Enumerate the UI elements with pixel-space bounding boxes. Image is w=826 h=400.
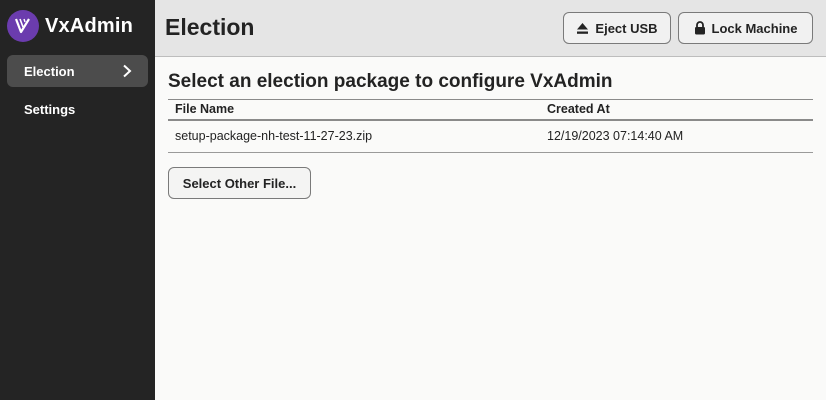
sidebar-item-label: Settings	[24, 101, 76, 117]
chevron-right-icon	[123, 64, 132, 78]
lock-machine-label: Lock Machine	[711, 20, 798, 36]
election-package-table: File Name Created At setup-package-nh-te…	[168, 99, 813, 153]
section-heading: Select an election package to configure …	[168, 71, 613, 92]
table-header-row: File Name Created At	[168, 99, 813, 120]
header: Election Eject USB Lock Machine	[155, 0, 826, 57]
page-title: Election	[165, 14, 255, 40]
eject-usb-label: Eject USB	[595, 20, 658, 36]
table-row[interactable]: setup-package-nh-test-11-27-23.zip 12/19…	[168, 120, 813, 153]
sidebar-item-label: Election	[24, 63, 75, 79]
column-header-file-name: File Name	[175, 102, 235, 117]
sidebar-item-election[interactable]: Election	[7, 55, 148, 87]
select-other-file-button[interactable]: Select Other File...	[168, 167, 311, 199]
eject-icon	[577, 22, 589, 34]
app-name: VxAdmin	[45, 14, 134, 37]
lock-icon	[694, 21, 705, 35]
vx-logo-icon	[7, 10, 39, 42]
brand: VxAdmin	[7, 10, 133, 42]
file-name-cell: setup-package-nh-test-11-27-23.zip	[175, 129, 373, 144]
eject-usb-button[interactable]: Eject USB	[563, 12, 671, 44]
sidebar: VxAdmin Election Settings	[0, 0, 155, 400]
sidebar-item-settings[interactable]: Settings	[7, 93, 148, 125]
column-header-created-at: Created At	[547, 102, 610, 117]
created-at-cell: 12/19/2023 07:14:40 AM	[547, 129, 684, 144]
lock-machine-button[interactable]: Lock Machine	[678, 12, 813, 44]
